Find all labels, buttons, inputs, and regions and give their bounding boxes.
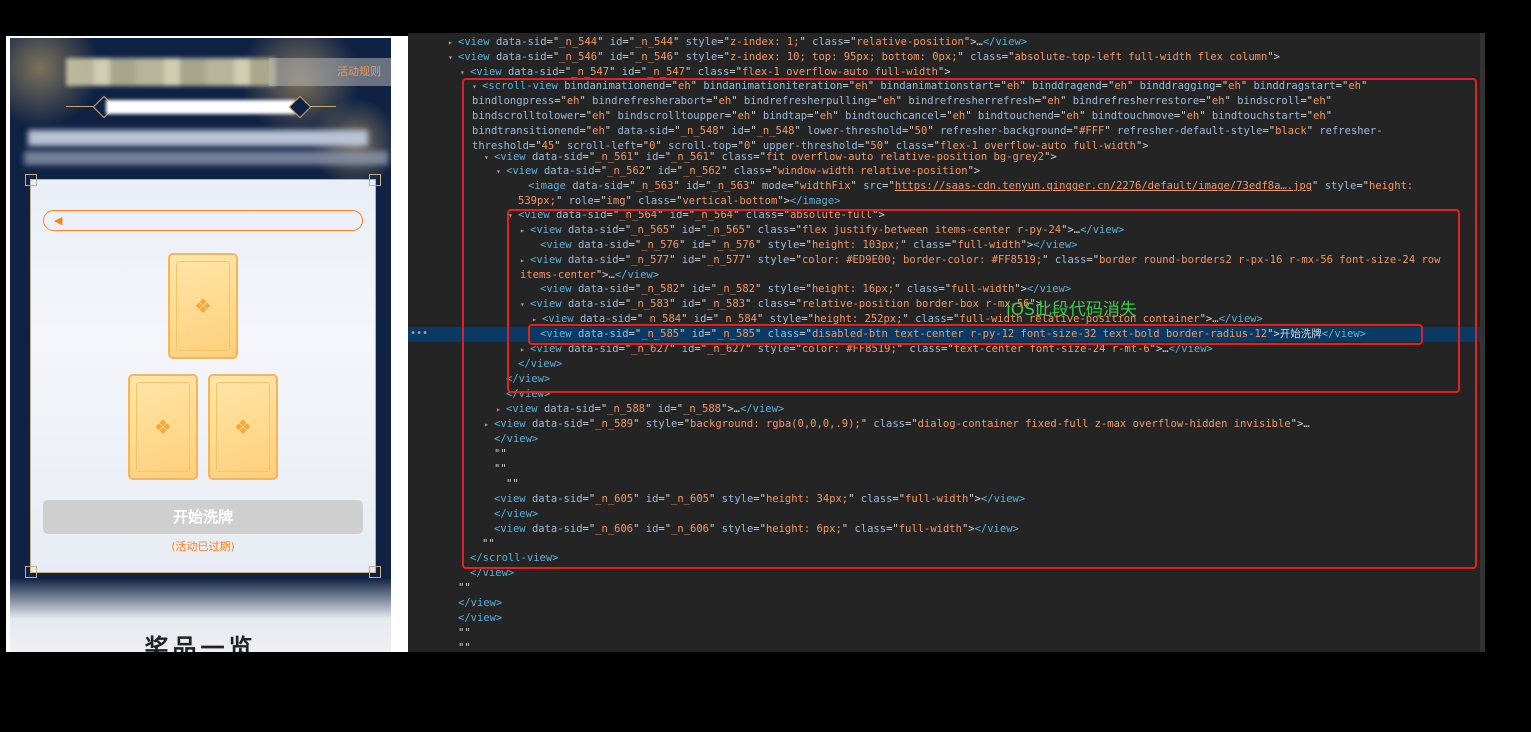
blurred-description (24, 151, 388, 165)
text-token: =" (558, 66, 572, 78)
dom-node-line[interactable]: </view> (448, 596, 502, 611)
attr-name-token: id (609, 51, 623, 63)
tag-token: <view (458, 36, 496, 48)
attr-name-token: data-sid (495, 36, 547, 48)
text-token: " (673, 51, 686, 63)
prize-card[interactable]: ❖ (128, 374, 198, 480)
attr-value-token: _n_546 (559, 51, 598, 63)
card-emblem-icon: ❖ (194, 294, 212, 318)
text-token: =" (729, 66, 742, 78)
card-panel: ◀ ❖ ❖ ❖ 开始洗牌 (活动已过期) (25, 174, 381, 578)
text-token: =" (546, 36, 560, 48)
prize-card[interactable]: ❖ (168, 253, 238, 359)
attr-name-token: class (970, 51, 1002, 63)
dom-node-line[interactable]: "" (448, 626, 471, 641)
dom-node-line[interactable]: "" (448, 641, 471, 652)
dom-node-line[interactable]: ▸ <view data-sid="_n_544" id="_n_544" sty… (448, 35, 1027, 50)
text-token: =" (717, 51, 730, 63)
prize-list-title: 奖品一览 (144, 633, 257, 652)
collapse-triangle-icon[interactable]: ▾ (448, 50, 458, 65)
highlight-box-disabled-btn (528, 324, 1423, 345)
text-token: " (673, 36, 686, 48)
attr-name-token: class (812, 36, 844, 48)
text-token: =" (634, 66, 648, 78)
attr-value-token: z-index: 10; top: 95px; bottom: 0px; (729, 51, 958, 63)
attr-name-token: id (621, 66, 635, 78)
prize-card[interactable]: ❖ (208, 374, 278, 480)
text-token: "> (937, 66, 951, 78)
attr-value-token: _n_544 (559, 36, 598, 48)
text-token: =" (843, 36, 857, 48)
text-token: =" (1001, 51, 1015, 63)
notice-bar: ◀ (43, 210, 363, 231)
attr-name-token: data-sid (495, 51, 547, 63)
attr-value-token: absolute-top-left full-width flex column (1014, 51, 1268, 63)
text-token: "" (458, 642, 471, 652)
blurred-title (66, 58, 276, 86)
attr-name-token: style (685, 36, 718, 48)
text-token: " (799, 36, 813, 48)
panel-corner (369, 174, 381, 186)
panel-corner (369, 566, 381, 578)
blurred-description (28, 130, 368, 146)
tag-token: <view (458, 51, 496, 63)
text-token: " (609, 66, 622, 78)
more-actions-icon[interactable]: ••• (410, 328, 428, 339)
attr-value-token: flex-1 overflow-auto full-width (741, 66, 938, 78)
text-token: =" (622, 36, 636, 48)
scrollbar[interactable] (1480, 33, 1485, 652)
attr-value-token: _n_547 (571, 66, 610, 78)
expired-text: (活动已过期) (171, 540, 235, 553)
text-token: =" (546, 51, 560, 63)
dom-node-line[interactable]: ▾ <view data-sid="_n_546" id="_n_546" sty… (448, 50, 1280, 65)
rules-button[interactable]: 活动规则 (269, 58, 391, 86)
text-token: ">… (963, 36, 983, 48)
text-token: " (597, 36, 610, 48)
attr-name-token: id (609, 36, 623, 48)
highlight-box-absolute-full (507, 209, 1460, 393)
devtools-elements-panel[interactable]: ▸ <view data-sid="_n_544" id="_n_544" sty… (408, 33, 1485, 652)
text-token: "" (458, 582, 471, 594)
title-ornament (66, 95, 336, 119)
speaker-icon: ◀ (54, 214, 63, 227)
tag-token: </view> (982, 36, 1028, 48)
attr-value-token: _n_544 (635, 36, 674, 48)
panel-corner (25, 174, 37, 186)
phone-preview: 活动规则 ◀ ❖ ❖ ❖ 开始洗牌 (活动已过期) 奖品一览 (6, 36, 408, 652)
text-token: =" (717, 36, 730, 48)
tag-token: <view (470, 66, 508, 78)
panel-corner (25, 566, 37, 578)
attr-value-token: _n_547 (647, 66, 686, 78)
tag-token: </view> (458, 597, 503, 609)
text-token: =" (622, 51, 636, 63)
attr-name-token: class (697, 66, 730, 78)
attr-value-token: z-index: 1; (729, 36, 800, 48)
attr-name-token: style (685, 51, 718, 63)
attr-name-token: data-sid (507, 66, 559, 78)
tag-token: </view> (458, 612, 503, 624)
dom-node-line[interactable]: </view> (448, 611, 502, 626)
text-token: " (685, 66, 698, 78)
text-token: "> (1267, 51, 1280, 63)
attr-value-token: relative-position (856, 36, 964, 48)
text-token: " (597, 51, 610, 63)
shuffle-button[interactable]: 开始洗牌 (43, 500, 363, 534)
card-emblem-icon: ❖ (154, 415, 172, 439)
expand-triangle-icon[interactable]: ▸ (448, 35, 458, 50)
dom-node-line[interactable]: "" (448, 581, 471, 596)
annotation-text: iOS此段代码消失 (1006, 300, 1137, 320)
card-emblem-icon: ❖ (234, 415, 252, 439)
lottery-page: 活动规则 ◀ ❖ ❖ ❖ 开始洗牌 (活动已过期) 奖品一览 (10, 38, 391, 652)
text-token: " (957, 51, 971, 63)
text-token: "" (458, 627, 471, 639)
attr-value-token: _n_546 (635, 51, 674, 63)
